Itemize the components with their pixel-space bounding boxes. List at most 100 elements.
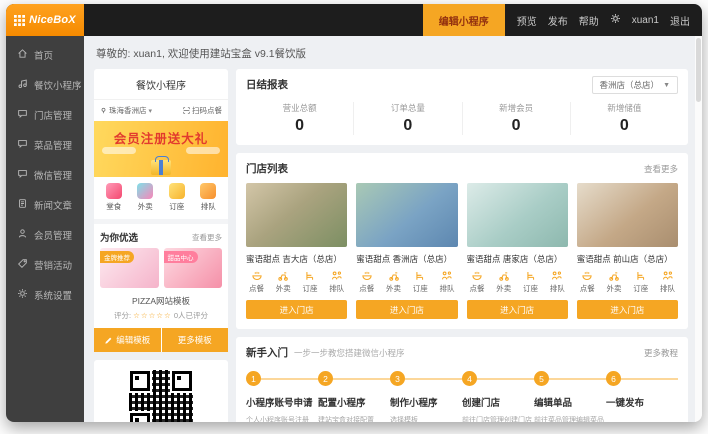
guide-step-item[interactable]: 个人小程序账号注册	[246, 414, 318, 422]
guide-title: 新手入门	[246, 345, 288, 360]
scooter-icon	[388, 270, 400, 282]
logo[interactable]: NiceBoX	[6, 4, 84, 36]
daily-report-card: 日结报表 香洲店（总店） ▼ 营业总额 0 订单总量	[236, 69, 688, 145]
people-icon	[441, 270, 453, 282]
phone-nav-queue[interactable]: 排队	[200, 183, 216, 212]
phone-nav-dine-in[interactable]: 堂食	[106, 183, 122, 212]
guide-step-item[interactable]: 前往菜品管理编辑菜品	[534, 414, 606, 422]
template-rating: 评分: ☆☆☆☆☆ 0人已评分	[94, 310, 228, 321]
store-photo[interactable]	[467, 183, 568, 247]
publish-link[interactable]: 发布	[548, 13, 568, 28]
guide-step-4: 4 创建门店 前往门店管理创建门店	[462, 371, 534, 422]
step-number: 2	[318, 371, 333, 386]
scrollbar-thumb[interactable]	[696, 38, 701, 102]
guide-step-item[interactable]: 建站宝盒对接配置	[318, 414, 390, 422]
sidebar-item-marketing[interactable]: 营销活动	[6, 250, 84, 280]
pick-item-photo[interactable]: 金牌推荐	[100, 248, 159, 288]
phone-preview-card: 餐饮小程序 珠海香洲店 ▾ 扫码点餐	[94, 69, 228, 352]
guide-stepper: 1 小程序账号申请 个人小程序账号注册 企业小程序账号注册、认证 微信公众号注册…	[246, 371, 678, 422]
scan-order-button[interactable]: 扫码点餐	[183, 105, 222, 116]
queue-icon	[200, 183, 216, 199]
picks-more-link[interactable]: 查看更多	[192, 232, 222, 243]
store-action-queue[interactable]: 排队	[440, 270, 455, 294]
guide-step-1: 1 小程序账号申请 个人小程序账号注册 企业小程序账号注册、认证 微信公众号注册…	[246, 371, 318, 422]
guide-step-6: 6 一键发布	[606, 371, 678, 422]
enter-store-button[interactable]: 进入门店	[577, 300, 678, 319]
store-card: 蜜语甜点 唐家店（总店） 点餐 外卖 订座 排队 进入门店	[467, 183, 568, 319]
store-list-more-link[interactable]: 查看更多	[644, 163, 678, 175]
sidebar-item-store-management[interactable]: 门店管理	[6, 100, 84, 130]
store-card: 蜜语甜点 前山店（总店） 点餐 外卖 订座 排队 进入门店	[577, 183, 678, 319]
more-templates-button[interactable]: 更多模板	[162, 328, 229, 352]
scrollbar[interactable]	[695, 36, 702, 422]
step-number: 1	[246, 371, 261, 386]
store-action-reserve[interactable]: 订座	[633, 270, 648, 294]
store-action-takeout[interactable]: 外卖	[496, 270, 511, 294]
enter-store-button[interactable]: 进入门店	[246, 300, 347, 319]
sidebar-item-dish-management[interactable]: 菜品管理	[6, 130, 84, 160]
store-action-queue[interactable]: 排队	[329, 270, 344, 294]
store-location-selector[interactable]: 珠海香洲店 ▾	[100, 105, 152, 116]
username[interactable]: xuan1	[632, 15, 659, 26]
store-action-queue[interactable]: 排队	[660, 270, 675, 294]
guide-step-item[interactable]: 前往门店管理创建门店	[462, 414, 534, 422]
app-window: NiceBoX 编辑小程序 预览 发布 帮助 xuan1 退出 首页 餐饮小程序	[6, 4, 702, 422]
help-link[interactable]: 帮助	[579, 13, 599, 28]
sidebar-item-home[interactable]: 首页	[6, 40, 84, 70]
grid-icon	[14, 15, 25, 26]
store-action-takeout[interactable]: 外卖	[276, 270, 291, 294]
store-name: 蜜语甜点 唐家店（总店）	[467, 253, 568, 265]
store-action-queue[interactable]: 排队	[550, 270, 565, 294]
takeout-icon	[137, 183, 153, 199]
store-action-order[interactable]: 点餐	[249, 270, 264, 294]
store-action-reserve[interactable]: 订座	[413, 270, 428, 294]
rating-stars: ☆☆☆☆☆	[133, 311, 172, 320]
store-action-takeout[interactable]: 外卖	[607, 270, 622, 294]
step-number: 3	[390, 371, 405, 386]
store-photo[interactable]	[356, 183, 457, 247]
store-photo[interactable]	[246, 183, 347, 247]
stat-orders: 订单总量 0	[353, 102, 461, 135]
enter-store-button[interactable]: 进入门店	[356, 300, 457, 319]
logout-link[interactable]: 退出	[670, 13, 690, 28]
sidebar-item-wechat-management[interactable]: 微信管理	[6, 160, 84, 190]
sidebar-item-restaurant-miniprogram[interactable]: 餐饮小程序	[6, 70, 84, 100]
enter-store-button[interactable]: 进入门店	[467, 300, 568, 319]
more-tutorials-link[interactable]: 更多教程	[644, 347, 678, 359]
welcome-text: 尊敬的: xuan1, 欢迎使用建站宝盒 v9.1餐饮版	[96, 46, 688, 61]
people-icon	[331, 270, 343, 282]
store-filter-dropdown[interactable]: 香洲店（总店） ▼	[592, 76, 678, 94]
sidebar-item-news-articles[interactable]: 新闻文章	[6, 190, 84, 220]
pick-item-photo[interactable]: 甜品中心	[164, 248, 223, 288]
seat-icon	[304, 270, 316, 282]
store-action-order[interactable]: 点餐	[580, 270, 595, 294]
settings-gear-icon[interactable]	[610, 13, 621, 27]
bowl-icon	[471, 270, 483, 282]
edit-miniprogram-button[interactable]: 编辑小程序	[423, 4, 505, 36]
store-list-title: 门店列表	[246, 161, 288, 176]
chevron-down-icon: ▼	[663, 82, 670, 89]
preview-link[interactable]: 预览	[517, 13, 537, 28]
store-action-order[interactable]: 点餐	[359, 270, 374, 294]
step-number: 5	[534, 371, 549, 386]
store-action-reserve[interactable]: 订座	[523, 270, 538, 294]
store-photo[interactable]	[577, 183, 678, 247]
store-action-takeout[interactable]: 外卖	[386, 270, 401, 294]
guide-step-2: 2 配置小程序 建站宝盒对接配置 微信开发工具配置	[318, 371, 390, 422]
store-card: 蜜语甜点 吉大店（总店） 点餐 外卖 订座 排队 进入门店	[246, 183, 347, 319]
sidebar-item-system-settings[interactable]: 系统设置	[6, 280, 84, 310]
promo-banner[interactable]: 会员注册送大礼	[94, 121, 228, 177]
store-name: 蜜语甜点 香洲店（总店）	[356, 253, 457, 265]
store-action-reserve[interactable]: 订座	[303, 270, 318, 294]
bowl-icon	[361, 270, 373, 282]
sidebar-item-member-management[interactable]: 会员管理	[6, 220, 84, 250]
guide-step-item[interactable]: 选择模板	[390, 414, 462, 422]
note-icon	[17, 78, 28, 92]
scooter-icon	[498, 270, 510, 282]
phone-nav-reserve[interactable]: 订座	[169, 183, 185, 212]
people-icon	[551, 270, 563, 282]
template-name: PIZZA网站模板	[94, 295, 228, 307]
store-action-order[interactable]: 点餐	[470, 270, 485, 294]
phone-nav-takeout[interactable]: 外卖	[137, 183, 153, 212]
edit-template-button[interactable]: 编辑模板	[94, 328, 161, 352]
